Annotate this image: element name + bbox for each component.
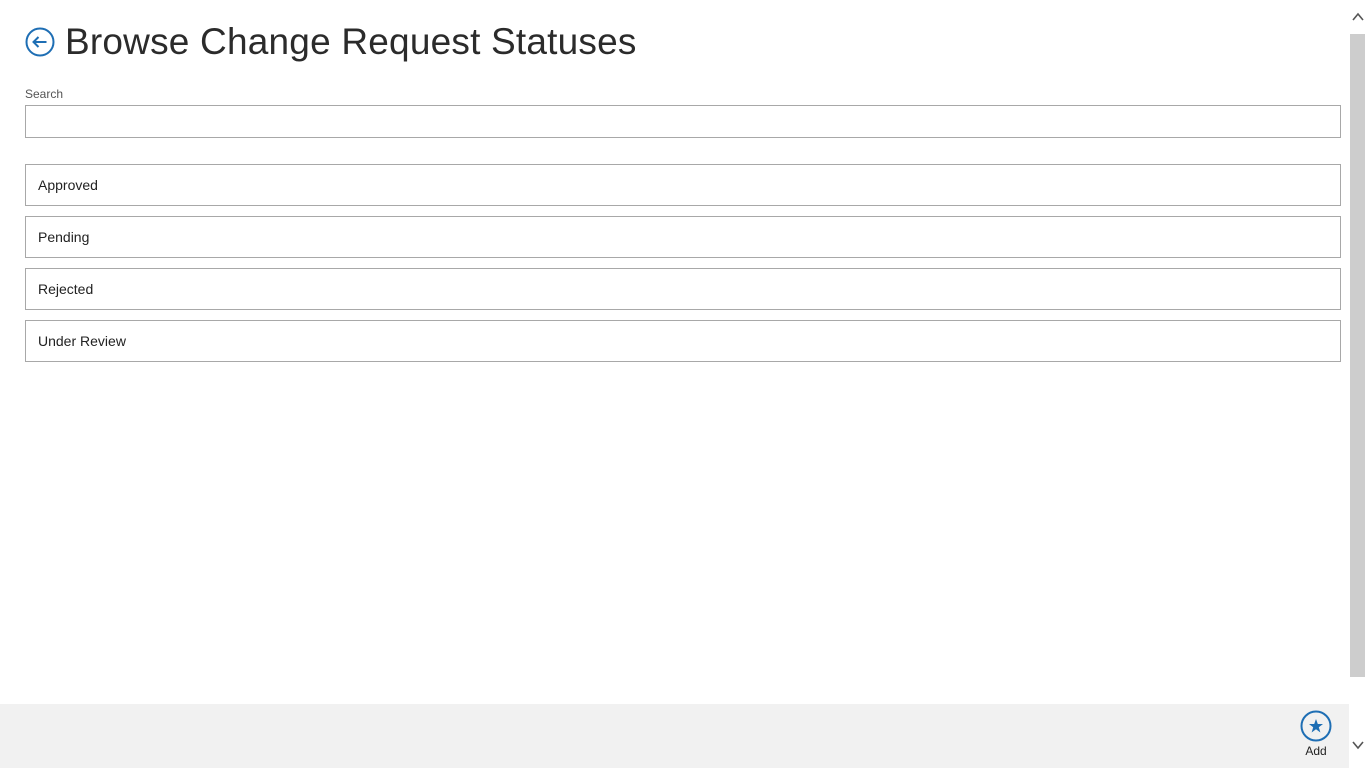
scroll-up-arrow-icon[interactable] <box>1352 12 1364 22</box>
scrollbar-thumb[interactable] <box>1350 34 1365 677</box>
browse-page: Browse Change Request Statuses Search Ap… <box>0 0 1366 768</box>
back-button[interactable] <box>25 27 55 57</box>
search-label: Search <box>25 87 64 101</box>
add-button[interactable]: Add <box>1292 710 1340 764</box>
scroll-down-arrow-icon[interactable] <box>1352 740 1364 750</box>
list-item-under-review[interactable]: Under Review <box>25 320 1341 362</box>
status-list: Approved Pending Rejected Under Review <box>25 164 1341 372</box>
back-arrow-circle-icon <box>25 27 55 57</box>
page-header: Browse Change Request Statuses <box>25 22 637 62</box>
star-circle-icon <box>1300 710 1332 742</box>
list-item-rejected[interactable]: Rejected <box>25 268 1341 310</box>
list-item-label: Rejected <box>38 281 94 297</box>
search-input[interactable] <box>25 105 1341 138</box>
page-title: Browse Change Request Statuses <box>65 21 637 62</box>
list-item-label: Approved <box>38 177 98 193</box>
list-item-pending[interactable]: Pending <box>25 216 1341 258</box>
list-item-label: Pending <box>38 229 90 245</box>
list-item-label: Under Review <box>38 333 126 349</box>
vertical-scrollbar[interactable] <box>1349 0 1366 768</box>
list-item-approved[interactable]: Approved <box>25 164 1341 206</box>
add-label: Add <box>1305 744 1327 758</box>
app-bar: Add <box>0 704 1349 768</box>
